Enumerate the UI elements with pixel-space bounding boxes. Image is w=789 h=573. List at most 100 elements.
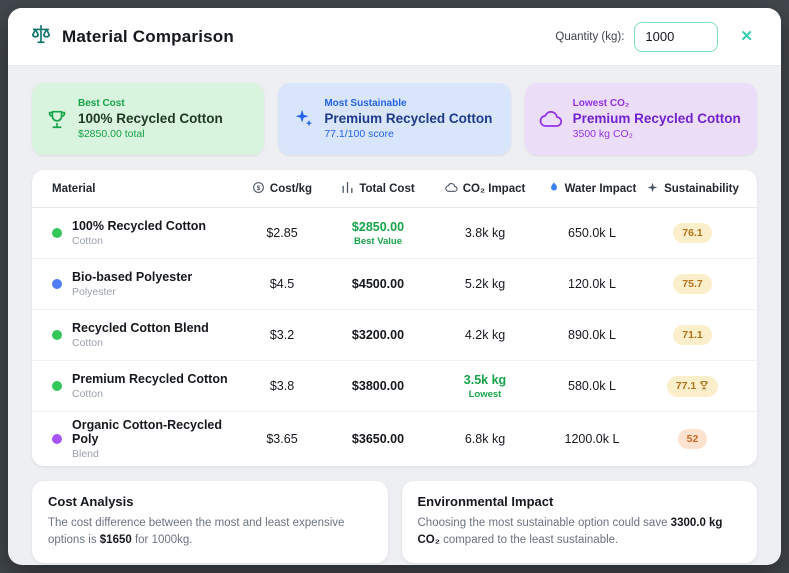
insight-title: Cost Analysis: [48, 494, 372, 509]
column-sustainability: Sustainability: [648, 181, 737, 197]
cost-per-kg-value: $2.85: [242, 226, 322, 240]
table-row[interactable]: Recycled Cotton Blend Cotton $3.2 $3200.…: [32, 310, 757, 361]
material-name: 100% Recycled Cotton: [72, 219, 206, 233]
material-category: Cotton: [72, 388, 228, 400]
material-color-dot: [52, 381, 62, 391]
insight-title: Environmental Impact: [418, 494, 742, 509]
sustainability-cell: 52: [648, 429, 737, 449]
cost-per-kg-value: $3.2: [242, 328, 322, 342]
material-name: Recycled Cotton Blend: [72, 321, 209, 335]
total-cost-value: $3650.00: [322, 432, 434, 446]
card-material-name: 100% Recycled Cotton: [78, 111, 223, 126]
cost-per-kg-value: $3.65: [242, 432, 322, 446]
material-category: Cotton: [72, 235, 206, 247]
close-button[interactable]: ✕: [734, 25, 759, 48]
material-name: Organic Cotton-Recycled Poly: [72, 418, 242, 446]
co2-value: 4.2k kg: [434, 328, 536, 342]
card-label: Best Cost: [78, 98, 223, 109]
material-category: Cotton: [72, 337, 209, 349]
material-color-dot: [52, 279, 62, 289]
total-cost-value: $4500.00: [322, 277, 434, 291]
sustainability-badge: 52: [678, 429, 708, 449]
trophy-icon: [46, 108, 68, 130]
insight-highlight: $1650: [100, 534, 132, 546]
insight-cards: Cost Analysis The cost difference betwee…: [32, 481, 757, 563]
card-label: Lowest CO₂: [573, 98, 741, 109]
trophy-icon: [699, 380, 709, 393]
material-cell: Premium Recycled Cotton Cotton: [52, 372, 242, 400]
most-sustainable-card: Most Sustainable Premium Recycled Cotton…: [278, 83, 510, 155]
sustainability-cell: 75.7: [648, 274, 737, 294]
cost-per-kg-value: $3.8: [242, 379, 322, 393]
total-cost-value: $3800.00: [322, 379, 434, 393]
total-cost-value: $3200.00: [322, 328, 434, 342]
column-co2-impact: CO₂ Impact: [434, 181, 536, 197]
material-color-dot: [52, 434, 62, 444]
water-value: 890.0k L: [536, 328, 648, 342]
quantity-label: Quantity (kg):: [555, 31, 624, 43]
table-row[interactable]: Organic Cotton-Recycled Poly Blend $3.65…: [32, 412, 757, 466]
coin-icon: $: [252, 181, 265, 197]
material-cell: Bio-based Polyester Polyester: [52, 270, 242, 298]
water-value: 120.0k L: [536, 277, 648, 291]
material-color-dot: [52, 330, 62, 340]
card-detail: 3500 kg CO₂: [573, 128, 741, 140]
card-material-name: Premium Recycled Cotton: [324, 111, 492, 126]
droplet-icon: [548, 181, 560, 196]
sparkles-icon: [292, 108, 314, 130]
sustainability-badge: 76.1: [673, 223, 711, 243]
water-value: 1200.0k L: [536, 432, 648, 446]
cloud-icon: [445, 181, 458, 197]
sustainability-badge: 71.1: [673, 325, 711, 345]
quantity-input[interactable]: [634, 22, 718, 52]
table-header: Material $ Cost/kg: [32, 170, 757, 208]
cost-analysis-card: Cost Analysis The cost difference betwee…: [32, 481, 388, 563]
card-material-name: Premium Recycled Cotton: [573, 111, 741, 126]
column-cost-per-kg: $ Cost/kg: [242, 181, 322, 197]
material-name: Premium Recycled Cotton: [72, 372, 228, 386]
material-name: Bio-based Polyester: [72, 270, 192, 284]
material-comparison-modal: Material Comparison Quantity (kg): ✕ Bes: [8, 8, 781, 565]
column-water-impact: Water Impact: [536, 181, 648, 196]
material-category: Blend: [72, 448, 242, 460]
environmental-impact-card: Environmental Impact Choosing the most s…: [402, 481, 758, 563]
best-cost-card: Best Cost 100% Recycled Cotton $2850.00 …: [32, 83, 264, 155]
card-detail: 77.1/100 score: [324, 128, 492, 140]
table-row[interactable]: Bio-based Polyester Polyester $4.5 $4500…: [32, 259, 757, 310]
comparison-table: Material $ Cost/kg: [32, 170, 757, 466]
insight-text: Choosing the most sustainable option cou…: [418, 515, 742, 550]
material-cell: Organic Cotton-Recycled Poly Blend: [52, 418, 242, 460]
best-value-note: Best Value: [322, 236, 434, 247]
co2-value: 3.5k kg Lowest: [434, 373, 536, 400]
co2-value: 5.2k kg: [434, 277, 536, 291]
modal-header: Material Comparison Quantity (kg): ✕: [8, 8, 781, 66]
table-row[interactable]: Premium Recycled Cotton Cotton $3.8 $380…: [32, 361, 757, 412]
sustainability-badge: 75.7: [673, 274, 711, 294]
summary-cards: Best Cost 100% Recycled Cotton $2850.00 …: [32, 83, 757, 155]
material-cell: Recycled Cotton Blend Cotton: [52, 321, 242, 349]
total-cost-value: $2850.00 Best Value: [322, 220, 434, 247]
lowest-co2-note: Lowest: [434, 389, 536, 400]
sparkle-icon: [646, 181, 659, 197]
co2-value: 6.8k kg: [434, 432, 536, 446]
sustainability-cell: 76.1: [648, 223, 737, 243]
scale-icon: [30, 23, 52, 50]
sustainability-cell: 71.1: [648, 325, 737, 345]
table-row[interactable]: 100% Recycled Cotton Cotton $2.85 $2850.…: [32, 208, 757, 259]
sustainability-cell: 77.1: [648, 376, 737, 397]
card-detail: $2850.00 total: [78, 128, 223, 140]
close-icon: ✕: [740, 28, 753, 45]
material-category: Polyester: [72, 286, 192, 298]
column-material: Material: [52, 183, 242, 195]
card-label: Most Sustainable: [324, 98, 492, 109]
column-total-cost: Total Cost: [322, 181, 434, 197]
insight-text: The cost difference between the most and…: [48, 515, 372, 550]
page-title: Material Comparison: [62, 27, 234, 47]
lowest-co2-card: Lowest CO₂ Premium Recycled Cotton 3500 …: [525, 83, 757, 155]
modal-content: Best Cost 100% Recycled Cotton $2850.00 …: [8, 66, 781, 565]
co2-value: 3.8k kg: [434, 226, 536, 240]
material-color-dot: [52, 228, 62, 238]
cloud-icon: [539, 107, 563, 131]
water-value: 580.0k L: [536, 379, 648, 393]
material-cell: 100% Recycled Cotton Cotton: [52, 219, 242, 247]
